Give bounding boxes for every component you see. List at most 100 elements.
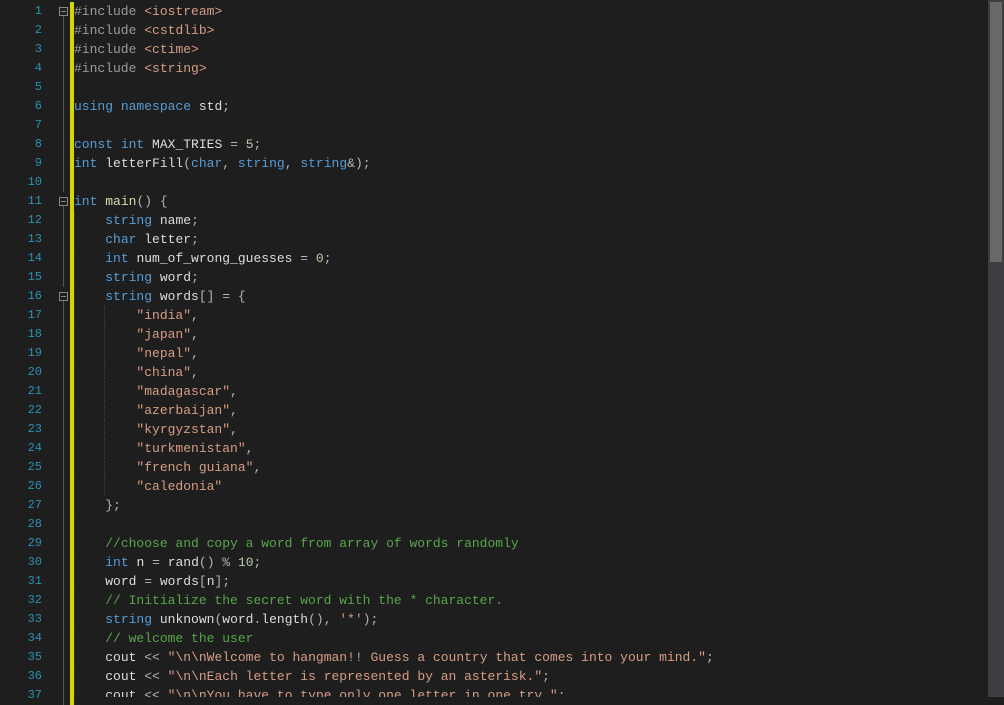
line-number: 28 xyxy=(0,515,56,534)
fold-cell xyxy=(56,211,70,230)
code-line[interactable] xyxy=(74,116,1004,135)
fold-cell xyxy=(56,667,70,686)
code-line[interactable]: "japan", xyxy=(74,325,1004,344)
code-line[interactable]: #include <cstdlib> xyxy=(74,21,1004,40)
fold-cell xyxy=(56,401,70,420)
fold-cell xyxy=(56,135,70,154)
fold-cell xyxy=(56,287,70,306)
fold-cell xyxy=(56,591,70,610)
code-line[interactable]: #include <ctime> xyxy=(74,40,1004,59)
fold-cell xyxy=(56,97,70,116)
code-line[interactable]: "azerbaijan", xyxy=(74,401,1004,420)
fold-cell xyxy=(56,629,70,648)
code-line[interactable]: word = words[n]; xyxy=(74,572,1004,591)
line-number: 14 xyxy=(0,249,56,268)
fold-column xyxy=(56,0,70,697)
line-number: 29 xyxy=(0,534,56,553)
fold-cell xyxy=(56,610,70,629)
code-line[interactable]: // Initialize the secret word with the *… xyxy=(74,591,1004,610)
code-line[interactable]: cout << "\n\nYou have to type only one l… xyxy=(74,686,1004,697)
line-number: 7 xyxy=(0,116,56,135)
fold-cell xyxy=(56,59,70,78)
code-line[interactable]: cout << "\n\nWelcome to hangman!! Guess … xyxy=(74,648,1004,667)
code-line[interactable]: int letterFill(char, string, string&); xyxy=(74,154,1004,173)
code-line[interactable]: "french guiana", xyxy=(74,458,1004,477)
code-line[interactable]: }; xyxy=(74,496,1004,515)
code-area[interactable]: #include <iostream>#include <cstdlib>#in… xyxy=(74,0,1004,697)
code-line[interactable] xyxy=(74,78,1004,97)
line-number: 2 xyxy=(0,21,56,40)
line-number: 12 xyxy=(0,211,56,230)
line-number: 4 xyxy=(0,59,56,78)
fold-cell xyxy=(56,344,70,363)
code-line[interactable] xyxy=(74,515,1004,534)
fold-cell xyxy=(56,78,70,97)
line-number: 25 xyxy=(0,458,56,477)
code-line[interactable]: int n = rand() % 10; xyxy=(74,553,1004,572)
line-number: 15 xyxy=(0,268,56,287)
code-line[interactable]: "caledonia" xyxy=(74,477,1004,496)
fold-cell xyxy=(56,439,70,458)
fold-toggle-icon[interactable] xyxy=(59,292,68,301)
line-number: 30 xyxy=(0,553,56,572)
line-number: 17 xyxy=(0,306,56,325)
fold-cell xyxy=(56,306,70,325)
code-editor: 1234567891011121314151617181920212223242… xyxy=(0,0,1004,697)
line-number: 37 xyxy=(0,686,56,705)
code-line[interactable]: string word; xyxy=(74,268,1004,287)
code-line[interactable]: // welcome the user xyxy=(74,629,1004,648)
line-number: 26 xyxy=(0,477,56,496)
code-line[interactable]: "nepal", xyxy=(74,344,1004,363)
fold-toggle-icon[interactable] xyxy=(59,7,68,16)
code-line[interactable]: using namespace std; xyxy=(74,97,1004,116)
fold-cell xyxy=(56,534,70,553)
fold-cell xyxy=(56,477,70,496)
line-number: 19 xyxy=(0,344,56,363)
code-line[interactable]: #include <iostream> xyxy=(74,2,1004,21)
code-line[interactable]: string words[] = { xyxy=(74,287,1004,306)
line-number: 24 xyxy=(0,439,56,458)
fold-toggle-icon[interactable] xyxy=(59,197,68,206)
fold-cell xyxy=(56,458,70,477)
code-line[interactable]: "india", xyxy=(74,306,1004,325)
line-number: 18 xyxy=(0,325,56,344)
vertical-scrollbar[interactable] xyxy=(988,0,1004,697)
code-line[interactable]: int num_of_wrong_guesses = 0; xyxy=(74,249,1004,268)
code-line[interactable] xyxy=(74,173,1004,192)
code-line[interactable]: int main() { xyxy=(74,192,1004,211)
fold-cell xyxy=(56,40,70,59)
code-line[interactable]: string name; xyxy=(74,211,1004,230)
fold-cell xyxy=(56,192,70,211)
fold-cell xyxy=(56,268,70,287)
code-line[interactable]: "madagascar", xyxy=(74,382,1004,401)
line-number: 8 xyxy=(0,135,56,154)
scrollbar-thumb[interactable] xyxy=(990,2,1002,262)
fold-cell xyxy=(56,249,70,268)
code-line[interactable]: //choose and copy a word from array of w… xyxy=(74,534,1004,553)
line-number: 10 xyxy=(0,173,56,192)
fold-cell xyxy=(56,515,70,534)
fold-cell xyxy=(56,496,70,515)
code-line[interactable]: "china", xyxy=(74,363,1004,382)
fold-cell xyxy=(56,154,70,173)
code-line[interactable]: cout << "\n\nEach letter is represented … xyxy=(74,667,1004,686)
line-number: 31 xyxy=(0,572,56,591)
line-number: 22 xyxy=(0,401,56,420)
line-number: 1 xyxy=(0,2,56,21)
line-number: 34 xyxy=(0,629,56,648)
code-line[interactable]: const int MAX_TRIES = 5; xyxy=(74,135,1004,154)
fold-cell xyxy=(56,116,70,135)
line-number: 5 xyxy=(0,78,56,97)
line-number: 9 xyxy=(0,154,56,173)
code-line[interactable]: char letter; xyxy=(74,230,1004,249)
line-number: 36 xyxy=(0,667,56,686)
fold-cell xyxy=(56,686,70,705)
fold-cell xyxy=(56,382,70,401)
code-line[interactable]: #include <string> xyxy=(74,59,1004,78)
line-number: 13 xyxy=(0,230,56,249)
code-line[interactable]: string unknown(word.length(), '*'); xyxy=(74,610,1004,629)
code-line[interactable]: "turkmenistan", xyxy=(74,439,1004,458)
line-number: 27 xyxy=(0,496,56,515)
code-line[interactable]: "kyrgyzstan", xyxy=(74,420,1004,439)
fold-cell xyxy=(56,553,70,572)
